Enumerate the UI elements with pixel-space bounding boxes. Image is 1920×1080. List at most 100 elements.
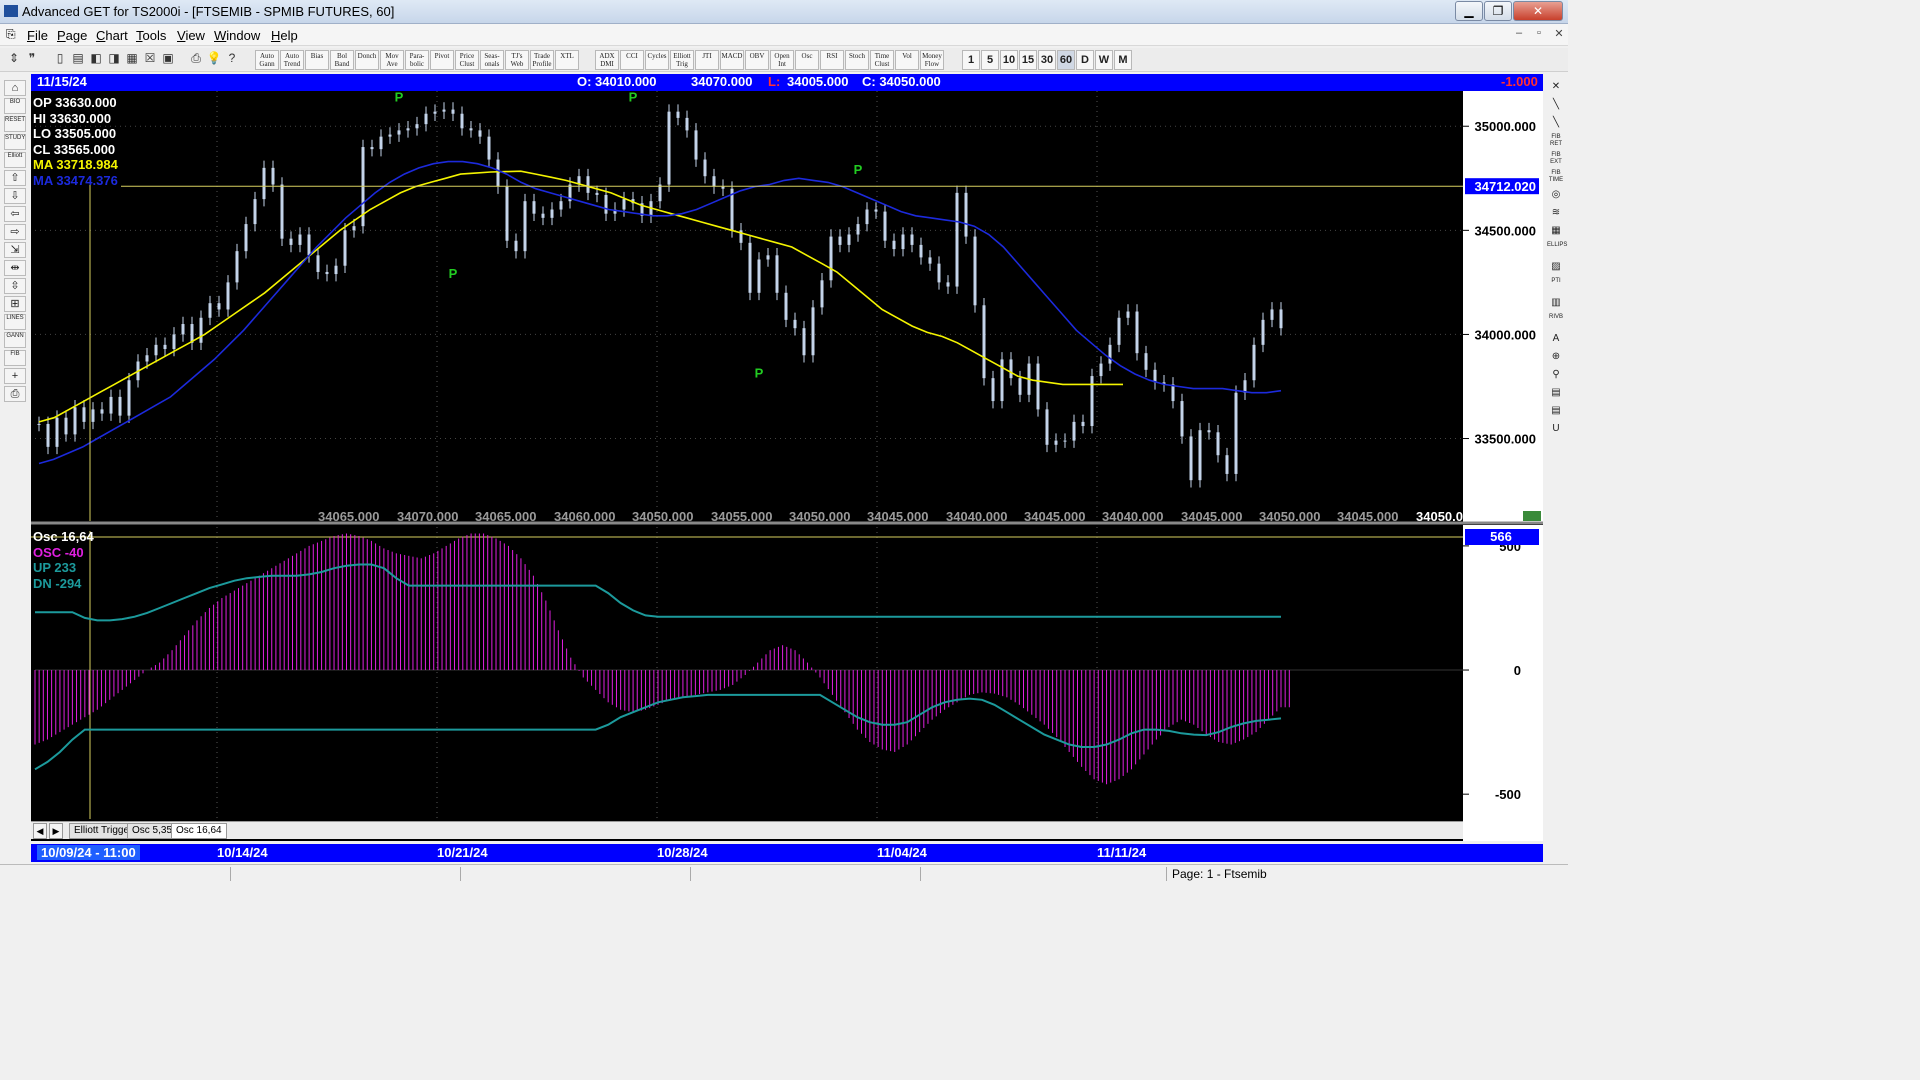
right-tool-fib-ret-icon[interactable]: FIB RET	[1547, 134, 1565, 149]
indicator-button-macd[interactable]: MACD	[720, 50, 744, 70]
indicator-button-osc[interactable]: Osc	[795, 50, 819, 70]
right-tool-glyph-1-icon[interactable]: ╲	[1547, 98, 1565, 113]
indicator-button-time-clust[interactable]: Time Clust	[870, 50, 894, 70]
interval-button-d[interactable]: D	[1076, 50, 1094, 70]
mdi-restore-button[interactable]: ▫	[1530, 27, 1548, 43]
indicator-button-rsi[interactable]: RSI	[820, 50, 844, 70]
interval-button-15[interactable]: 15	[1019, 50, 1037, 70]
left-tool-fib-icon[interactable]: FIB	[4, 350, 26, 366]
layout-icon[interactable]: ▣	[160, 51, 176, 69]
left-tool-glyph-11-icon[interactable]: ⇳	[4, 278, 26, 294]
menu-chart[interactable]: Chart	[96, 28, 128, 43]
mdi-minimize-button[interactable]: –	[1510, 27, 1528, 43]
interval-button-m[interactable]: M	[1114, 50, 1132, 70]
study-button-auto-gann[interactable]: Auto Gann	[255, 50, 279, 70]
right-tool-glyph-2-icon[interactable]: ╲	[1547, 116, 1565, 131]
context-help-icon[interactable]: ?	[224, 51, 240, 69]
delete-icon[interactable]: ☒	[142, 51, 158, 69]
right-tool-glyph-15-icon[interactable]: ⊕	[1547, 350, 1565, 365]
left-tool-glyph-10-icon[interactable]: ⇹	[4, 260, 26, 276]
left-tool-glyph-0-icon[interactable]: ⌂	[4, 80, 26, 96]
right-tool-u-icon[interactable]: U	[1547, 422, 1565, 437]
right-tool-pti-icon[interactable]: PTI	[1547, 278, 1565, 293]
left-tool-glyph-7-icon[interactable]: ⇦	[4, 206, 26, 222]
right-tool-ellips-icon[interactable]: ELLIPS	[1547, 242, 1567, 257]
left-tool-glyph-6-icon[interactable]: ⇩	[4, 188, 26, 204]
left-tool-lines-icon[interactable]: LINES	[4, 314, 26, 330]
close-button[interactable]: ✕	[1513, 1, 1563, 21]
menu-view[interactable]: View	[177, 28, 205, 43]
right-tool-glyph-12-icon[interactable]: ▥	[1547, 296, 1565, 311]
right-tool-fib-ext-icon[interactable]: FIB EXT	[1547, 152, 1565, 167]
copy-page-icon[interactable]: ▤	[70, 51, 86, 69]
menu-window[interactable]: Window	[214, 28, 260, 43]
lightbulb-icon[interactable]: 💡	[206, 51, 222, 69]
interval-button-10[interactable]: 10	[1000, 50, 1018, 70]
left-tool-glyph-5-icon[interactable]: ⇧	[4, 170, 26, 186]
tab-osc-16-64[interactable]: Osc 16,64	[171, 823, 227, 839]
study-button-seas-onals[interactable]: Seas- onals	[480, 50, 504, 70]
left-tool-glyph-9-icon[interactable]: ⇲	[4, 242, 26, 258]
new-page-icon[interactable]: ▯	[52, 51, 68, 69]
study-button-mov-ave[interactable]: Mov Ave	[380, 50, 404, 70]
scroll-left-icon[interactable]: ◧	[88, 51, 104, 69]
quote-icon[interactable]: ❞	[24, 51, 40, 69]
right-tool-glyph-0-icon[interactable]: ✕	[1547, 80, 1565, 95]
left-tool-glyph-17-icon[interactable]: ⎙	[4, 386, 26, 402]
scroll-right-icon[interactable]: ◨	[106, 51, 122, 69]
interval-button-60[interactable]: 60	[1057, 50, 1075, 70]
tab-next-button[interactable]: ▶	[49, 823, 63, 839]
interval-button-30[interactable]: 30	[1038, 50, 1056, 70]
right-tool-glyph-7-icon[interactable]: ≋	[1547, 206, 1565, 221]
interval-button-1[interactable]: 1	[962, 50, 980, 70]
pointer-icon[interactable]: ⇕	[6, 51, 22, 69]
left-tool-elliott-icon[interactable]: Elliott	[4, 152, 26, 168]
right-tool-glyph-16-icon[interactable]: ⚲	[1547, 368, 1565, 383]
left-tool-gann-icon[interactable]: GANN	[4, 332, 26, 348]
left-tool-reset-icon[interactable]: RESET	[4, 116, 26, 132]
menu-help[interactable]: Help	[271, 28, 298, 43]
study-button-bol-band[interactable]: Bol Band	[330, 50, 354, 70]
indicator-button-stoch[interactable]: Stoch	[845, 50, 869, 70]
restore-button[interactable]: ❐	[1484, 1, 1512, 21]
chart-canvas[interactable]: 35000.000 34500.000 34000.000 33500.000 3471…	[31, 89, 1543, 841]
tab-osc-5-35[interactable]: Osc 5,35	[127, 823, 178, 839]
left-tool-bio-icon[interactable]: BIO	[4, 98, 26, 114]
left-tool-study-icon[interactable]: STUDY	[4, 134, 26, 150]
right-tool-glyph-8-icon[interactable]: ▦	[1547, 224, 1565, 239]
right-tool-rivb-icon[interactable]: RIVB	[1547, 314, 1565, 329]
study-button-bias[interactable]: Bias	[305, 50, 329, 70]
study-button-pivot[interactable]: Pivot	[430, 50, 454, 70]
interval-button-5[interactable]: 5	[981, 50, 999, 70]
document-icon[interactable]: ⎘	[6, 27, 20, 43]
study-button-para-bolic[interactable]: Para- bolic	[405, 50, 429, 70]
right-tool-glyph-10-icon[interactable]: ▨	[1547, 260, 1565, 275]
chart-window[interactable]: 35000.000 34500.000 34000.000 33500.000 3471…	[31, 89, 1543, 841]
indicator-button-open-int[interactable]: Open Int	[770, 50, 794, 70]
study-button-price-clust[interactable]: Price Clust	[455, 50, 479, 70]
minimize-button[interactable]: ▁	[1455, 1, 1483, 21]
study-button-xtl[interactable]: XTL	[555, 50, 579, 70]
indicator-button-elliott-trig[interactable]: Elliott Trig	[670, 50, 694, 70]
menu-tools[interactable]: Tools	[136, 28, 166, 43]
right-tool-a-icon[interactable]: A	[1547, 332, 1565, 347]
tab-prev-button[interactable]: ◀	[33, 823, 47, 839]
indicator-button-cci[interactable]: CCI	[620, 50, 644, 70]
indicator-button-adx-dmi[interactable]: ADX DMI	[595, 50, 619, 70]
right-tool-fib-time-icon[interactable]: FIB TIME	[1547, 170, 1565, 185]
left-tool-glyph-8-icon[interactable]: ⇨	[4, 224, 26, 240]
menu-file[interactable]: File	[27, 28, 48, 43]
study-button-trade-profile[interactable]: Trade Profile	[530, 50, 554, 70]
left-tool-glyph-16-icon[interactable]: +	[4, 368, 26, 384]
grid-icon[interactable]: ▦	[124, 51, 140, 69]
mdi-close-button[interactable]: ✕	[1550, 27, 1568, 43]
interval-button-w[interactable]: W	[1095, 50, 1113, 70]
left-tool-glyph-12-icon[interactable]: ⊞	[4, 296, 26, 312]
indicator-button-vol[interactable]: Vol	[895, 50, 919, 70]
right-tool-glyph-6-icon[interactable]: ◎	[1547, 188, 1565, 203]
indicator-button-money-flow[interactable]: Money Flow	[920, 50, 944, 70]
study-button-auto-trend[interactable]: Auto Trend	[280, 50, 304, 70]
print-icon[interactable]: ⎙	[188, 51, 204, 69]
right-tool-glyph-17-icon[interactable]: ▤	[1547, 386, 1565, 401]
study-button-tj-s-web[interactable]: TJ's Web	[505, 50, 529, 70]
